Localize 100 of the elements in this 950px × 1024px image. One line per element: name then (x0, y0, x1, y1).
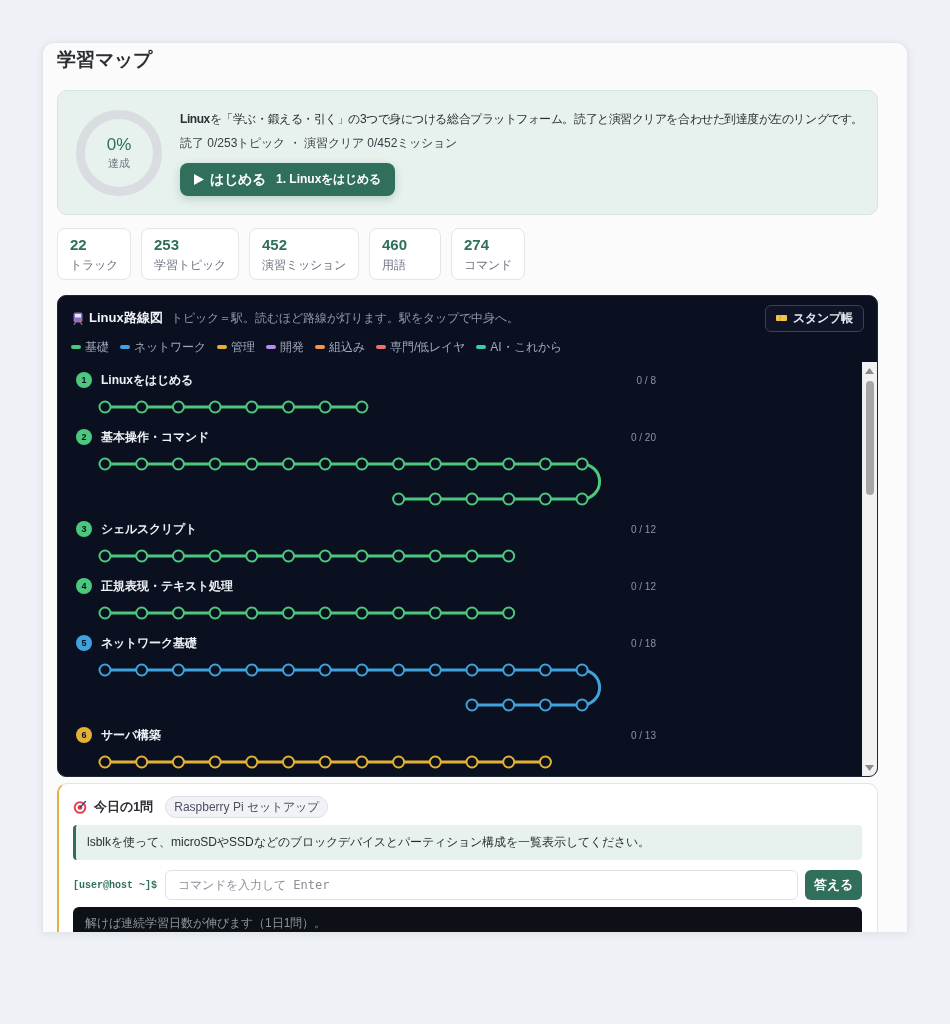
station-icon[interactable] (538, 492, 552, 506)
station-icon[interactable] (355, 663, 369, 677)
station-icon[interactable] (465, 492, 479, 506)
station-icon[interactable] (538, 663, 552, 677)
station-icon[interactable] (135, 457, 149, 471)
station-icon[interactable] (428, 492, 442, 506)
station-icon[interactable] (575, 663, 589, 677)
station-count: 0 / 20 (630, 431, 656, 443)
station-icon[interactable] (538, 698, 552, 712)
station-icon[interactable] (245, 663, 259, 677)
track-number: 5 (76, 635, 92, 651)
station-icon[interactable] (98, 606, 112, 620)
station-icon[interactable] (575, 492, 589, 506)
station-icon[interactable] (428, 755, 442, 769)
station-icon[interactable] (428, 606, 442, 620)
station-icon[interactable] (538, 755, 552, 769)
station-icon[interactable] (282, 457, 295, 471)
station-icon[interactable] (135, 400, 149, 414)
station-icon[interactable] (392, 755, 406, 769)
station-icon[interactable] (465, 698, 479, 712)
station-icon[interactable] (465, 606, 479, 620)
legend-label: 管理 (231, 338, 255, 356)
station-icon[interactable] (318, 549, 332, 563)
station-icon[interactable] (502, 606, 516, 620)
station-icon[interactable] (282, 755, 295, 769)
station-icon[interactable] (465, 549, 479, 563)
station-icon[interactable] (428, 663, 442, 677)
station-icon[interactable] (245, 457, 259, 471)
station-icon[interactable] (208, 663, 222, 677)
station-icon[interactable] (355, 549, 369, 563)
station-icon[interactable] (282, 606, 295, 620)
station-icon[interactable] (171, 400, 185, 414)
question-text: lsblkを使って、microSDやSSDなどのブロックデバイスとパーティション構成を一覧表示してください。 (87, 834, 650, 851)
station-icon[interactable] (575, 457, 589, 471)
station-icon[interactable] (575, 698, 589, 712)
station-icon[interactable] (282, 549, 295, 563)
station-icon[interactable] (171, 549, 185, 563)
station-icon[interactable] (392, 606, 406, 620)
station-icon[interactable] (171, 606, 185, 620)
station-icon[interactable] (171, 755, 185, 769)
station-icon[interactable] (502, 549, 516, 563)
station-icon[interactable] (245, 549, 259, 563)
station-icon[interactable] (465, 663, 479, 677)
station-icon[interactable] (135, 549, 149, 563)
command-input[interactable]: コマンドを入力して Enter (165, 870, 798, 900)
station-icon[interactable] (355, 755, 369, 769)
legend-label: AI・これから (490, 338, 562, 356)
station-icon[interactable] (208, 755, 222, 769)
station-icon[interactable] (98, 457, 112, 471)
station-count: 0 / 13 (630, 729, 656, 741)
station-icon[interactable] (171, 457, 185, 471)
station-icon[interactable] (502, 698, 516, 712)
station-icon[interactable] (392, 663, 406, 677)
stamp-book-button[interactable]: スタンプ帳 (765, 304, 864, 332)
station-icon[interactable] (245, 755, 259, 769)
station-icon[interactable] (98, 755, 112, 769)
station-icon[interactable] (318, 606, 332, 620)
station-icon[interactable] (428, 549, 442, 563)
station-icon[interactable] (355, 457, 369, 471)
station-icon[interactable] (465, 755, 479, 769)
station-icon[interactable] (318, 755, 332, 769)
station-icon[interactable] (355, 400, 369, 414)
station-icon[interactable] (171, 663, 185, 677)
station-icon[interactable] (392, 457, 406, 471)
station-icon[interactable] (502, 663, 516, 677)
stat-value: 452 (262, 235, 288, 255)
station-icon[interactable] (98, 400, 112, 414)
station-icon[interactable] (135, 606, 149, 620)
station-icon[interactable] (318, 457, 332, 471)
station-icon[interactable] (502, 492, 516, 506)
scroll-down-icon[interactable] (865, 765, 874, 771)
station-icon[interactable] (98, 549, 112, 563)
station-icon[interactable] (245, 400, 259, 414)
legend-label: 専門/低レイヤ (390, 338, 466, 356)
station-icon[interactable] (208, 400, 222, 414)
station-icon[interactable] (392, 492, 406, 506)
scrollbar-thumb[interactable] (865, 381, 874, 495)
station-icon[interactable] (135, 755, 149, 769)
station-icon[interactable] (208, 606, 222, 620)
station-icon[interactable] (282, 400, 295, 414)
station-icon[interactable] (502, 457, 516, 471)
answer-button[interactable]: 答える (805, 870, 862, 900)
station-icon[interactable] (282, 663, 295, 677)
station-icon[interactable] (502, 755, 516, 769)
station-icon[interactable] (208, 457, 222, 471)
station-icon[interactable] (392, 549, 406, 563)
station-icon[interactable] (428, 457, 442, 471)
legend-label: 組込み (329, 338, 365, 356)
station-icon[interactable] (208, 549, 222, 563)
station-icon[interactable] (98, 663, 112, 677)
station-icon[interactable] (538, 457, 552, 471)
start-button[interactable]: はじめる 1. Linuxをはじめる (180, 163, 396, 196)
station-icon[interactable] (465, 457, 479, 471)
station-icon[interactable] (355, 606, 369, 620)
station-icon[interactable] (135, 663, 149, 677)
legend-label: ネットワーク (134, 338, 206, 356)
scroll-up-icon[interactable] (865, 368, 874, 374)
station-icon[interactable] (318, 663, 332, 677)
station-icon[interactable] (245, 606, 259, 620)
station-icon[interactable] (318, 400, 332, 414)
